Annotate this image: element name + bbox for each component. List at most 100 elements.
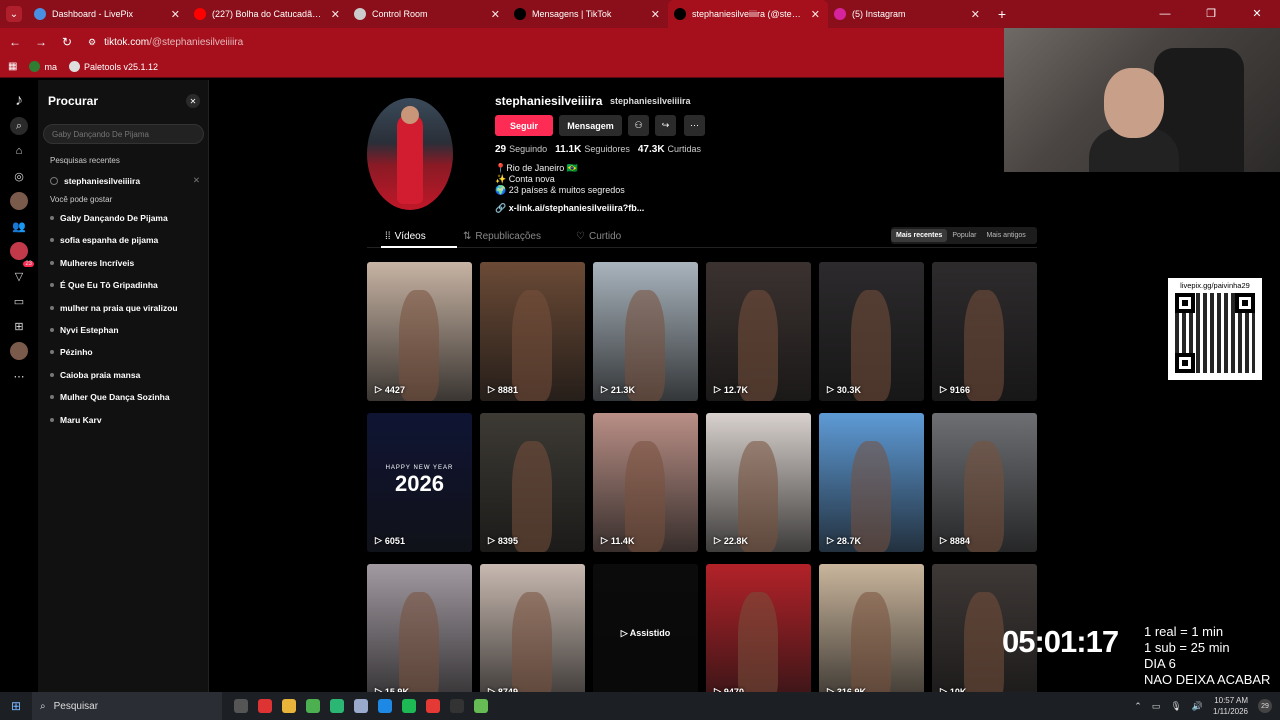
close-tab-icon[interactable]: ✕ xyxy=(811,8,820,21)
tab-search-button[interactable]: ⌄ xyxy=(0,0,28,28)
suggestion-item[interactable]: Mulheres Incríveis xyxy=(50,258,200,268)
apps-grid-icon[interactable]: ▦ xyxy=(8,61,17,72)
video-thumbnail[interactable]: ▷ 11.4K xyxy=(593,413,698,552)
task-view-icon[interactable] xyxy=(234,699,248,713)
remove-icon[interactable]: ✕ xyxy=(193,175,200,186)
close-tab-icon[interactable]: ✕ xyxy=(971,8,980,21)
suggestion-item[interactable]: sofia espanha de pijama xyxy=(50,235,200,245)
edge-icon[interactable] xyxy=(378,699,392,713)
search-input[interactable] xyxy=(43,124,204,144)
video-thumbnail[interactable]: ▷ 8881 xyxy=(480,262,585,401)
share-icon[interactable]: ↪ xyxy=(655,115,676,136)
tab-liked[interactable]: ♡ Curtido xyxy=(576,231,621,242)
video-thumbnail[interactable]: ▷ 30.3K xyxy=(819,262,924,401)
friends-icon[interactable]: 👥 xyxy=(10,217,28,235)
app-icon[interactable] xyxy=(474,699,488,713)
network-icon[interactable]: ▭ xyxy=(1152,701,1161,712)
more-icon[interactable]: ⋯ xyxy=(10,367,28,385)
messages-icon[interactable]: ▭ xyxy=(10,292,28,310)
live-avatar-icon[interactable] xyxy=(10,242,28,260)
browser-tab[interactable]: stephaniesilveiiiira (@stephanie✕ xyxy=(668,0,828,28)
site-settings-icon[interactable]: ⚙ xyxy=(88,37,96,48)
video-thumbnail[interactable]: ▷ 8884 xyxy=(932,413,1037,552)
bio-link[interactable]: 🔗 x-link.ai/stephaniesilveiiira?fb... xyxy=(495,203,644,214)
new-tab-button[interactable]: + xyxy=(988,6,1016,22)
follow-button[interactable]: Seguir xyxy=(495,115,553,136)
video-thumbnail[interactable]: ▷ 12.7K xyxy=(706,262,811,401)
add-friend-icon[interactable]: ⚇ xyxy=(628,115,649,136)
profile-avatar-icon[interactable] xyxy=(10,342,28,360)
spotify-icon[interactable] xyxy=(402,699,416,713)
suggestion-item[interactable]: É Que Eu Tô Gripadinha xyxy=(50,280,200,290)
following-avatar-icon[interactable] xyxy=(10,192,28,210)
video-thumbnail[interactable]: ▷ Assistido xyxy=(593,564,698,703)
chrome-icon[interactable] xyxy=(426,699,440,713)
recent-search-item[interactable]: stephaniesilveiiiira ✕ xyxy=(50,175,200,186)
chevron-up-icon[interactable]: ⌃ xyxy=(1134,701,1142,712)
taskbar-search[interactable]: ⌕ Pesquisar xyxy=(32,692,222,720)
chrome-icon[interactable] xyxy=(306,699,320,713)
profile-avatar[interactable] xyxy=(367,98,453,210)
suggestion-item[interactable]: Mulher Que Dança Sozinha xyxy=(50,392,200,402)
activity-icon[interactable]: ▽ 23 xyxy=(10,261,34,285)
browser-tab[interactable]: (5) Instagram ✕ xyxy=(828,0,988,28)
suggestion-item[interactable]: Pézinho xyxy=(50,347,200,357)
app-icon[interactable] xyxy=(354,699,368,713)
close-tab-icon[interactable]: ✕ xyxy=(651,8,660,21)
back-icon[interactable]: ← xyxy=(4,31,26,53)
forward-icon[interactable]: → xyxy=(30,31,52,53)
close-tab-icon[interactable]: ✕ xyxy=(491,8,500,21)
video-thumbnail[interactable]: ▷8749 xyxy=(480,564,585,703)
volume-icon[interactable]: 🔊 xyxy=(1192,701,1203,712)
search-icon[interactable]: ⌕ xyxy=(10,117,28,135)
windows-start-icon[interactable]: ⊞ xyxy=(0,692,32,720)
app-icon[interactable] xyxy=(330,699,344,713)
file-explorer-icon[interactable] xyxy=(282,699,296,713)
tiktok-logo-icon[interactable]: ♪ xyxy=(10,92,28,110)
suggestion-item[interactable]: Maru Karv xyxy=(50,415,200,425)
sort-oldest[interactable]: Mais antigos xyxy=(981,229,1030,242)
notification-badge[interactable]: 29 xyxy=(1258,699,1272,713)
taskbar-clock[interactable]: 10:57 AM 1/11/2026 xyxy=(1213,695,1248,717)
message-button[interactable]: Mensagem xyxy=(559,115,622,136)
more-options-icon[interactable]: ⋯ xyxy=(684,115,705,136)
close-tab-icon[interactable]: ✕ xyxy=(331,8,340,21)
home-icon[interactable]: ⌂ xyxy=(10,142,28,160)
bookmark-ma[interactable]: ma xyxy=(29,61,57,72)
video-thumbnail[interactable]: ▷ 21.3K xyxy=(593,262,698,401)
video-thumbnail[interactable]: ▷ 28.7K xyxy=(819,413,924,552)
close-tab-icon[interactable]: ✕ xyxy=(171,8,180,21)
microphone-icon[interactable]: 🎙 xyxy=(1170,701,1181,712)
minimize-icon[interactable]: — xyxy=(1142,0,1188,28)
followers-stat[interactable]: 11.1K Seguidores xyxy=(555,144,630,155)
upload-icon[interactable]: ⊞ xyxy=(10,317,28,335)
bookmark-paletools[interactable]: Paletools v25.1.12 xyxy=(68,61,158,72)
video-thumbnail[interactable]: ▷ 4427 xyxy=(367,262,472,401)
video-thumbnail[interactable]: ▷9470 xyxy=(706,564,811,703)
url-field[interactable]: ⚙ tiktok.com/@stephaniesilveiiiira xyxy=(88,31,988,53)
video-thumbnail[interactable]: ▷316.9K xyxy=(819,564,924,703)
suggestion-item[interactable]: Caioba praia mansa xyxy=(50,370,200,380)
reload-icon[interactable]: ↻ xyxy=(56,31,78,53)
close-icon[interactable]: ✕ xyxy=(186,94,200,108)
tab-videos[interactable]: ⁞⁞ Vídeos xyxy=(385,231,426,242)
browser-tab[interactable]: Mensagens | TikTok ✕ xyxy=(508,0,668,28)
browser-tab[interactable]: Control Room ✕ xyxy=(348,0,508,28)
sort-recent[interactable]: Mais recentes xyxy=(891,229,948,242)
following-stat[interactable]: 29 Seguindo xyxy=(495,144,547,155)
obs-icon[interactable] xyxy=(450,699,464,713)
video-thumbnail[interactable]: ▷ 8395 xyxy=(480,413,585,552)
browser-tab[interactable]: (227) Bolha do Catucadão - Eu ✕ xyxy=(188,0,348,28)
browser-tab[interactable]: Dashboard - LivePix ✕ xyxy=(28,0,188,28)
app-icon[interactable] xyxy=(258,699,272,713)
maximize-icon[interactable]: ❐ xyxy=(1188,0,1234,28)
suggestion-item[interactable]: Gaby Dançando De Pijama xyxy=(50,213,200,223)
video-thumbnail[interactable]: ▷ 9166 xyxy=(932,262,1037,401)
close-window-icon[interactable]: ✕ xyxy=(1234,0,1280,28)
explore-icon[interactable]: ◎ xyxy=(10,167,28,185)
suggestion-item[interactable]: mulher na praia que viralizou xyxy=(50,303,200,313)
suggestion-item[interactable]: Nyvi Estephan xyxy=(50,325,200,335)
video-thumbnail[interactable]: ▷15.9K xyxy=(367,564,472,703)
video-thumbnail[interactable]: HAPPY NEW YEAR 2026 ▷ 6051 xyxy=(367,413,472,552)
video-thumbnail[interactable]: ▷ 22.8K xyxy=(706,413,811,552)
